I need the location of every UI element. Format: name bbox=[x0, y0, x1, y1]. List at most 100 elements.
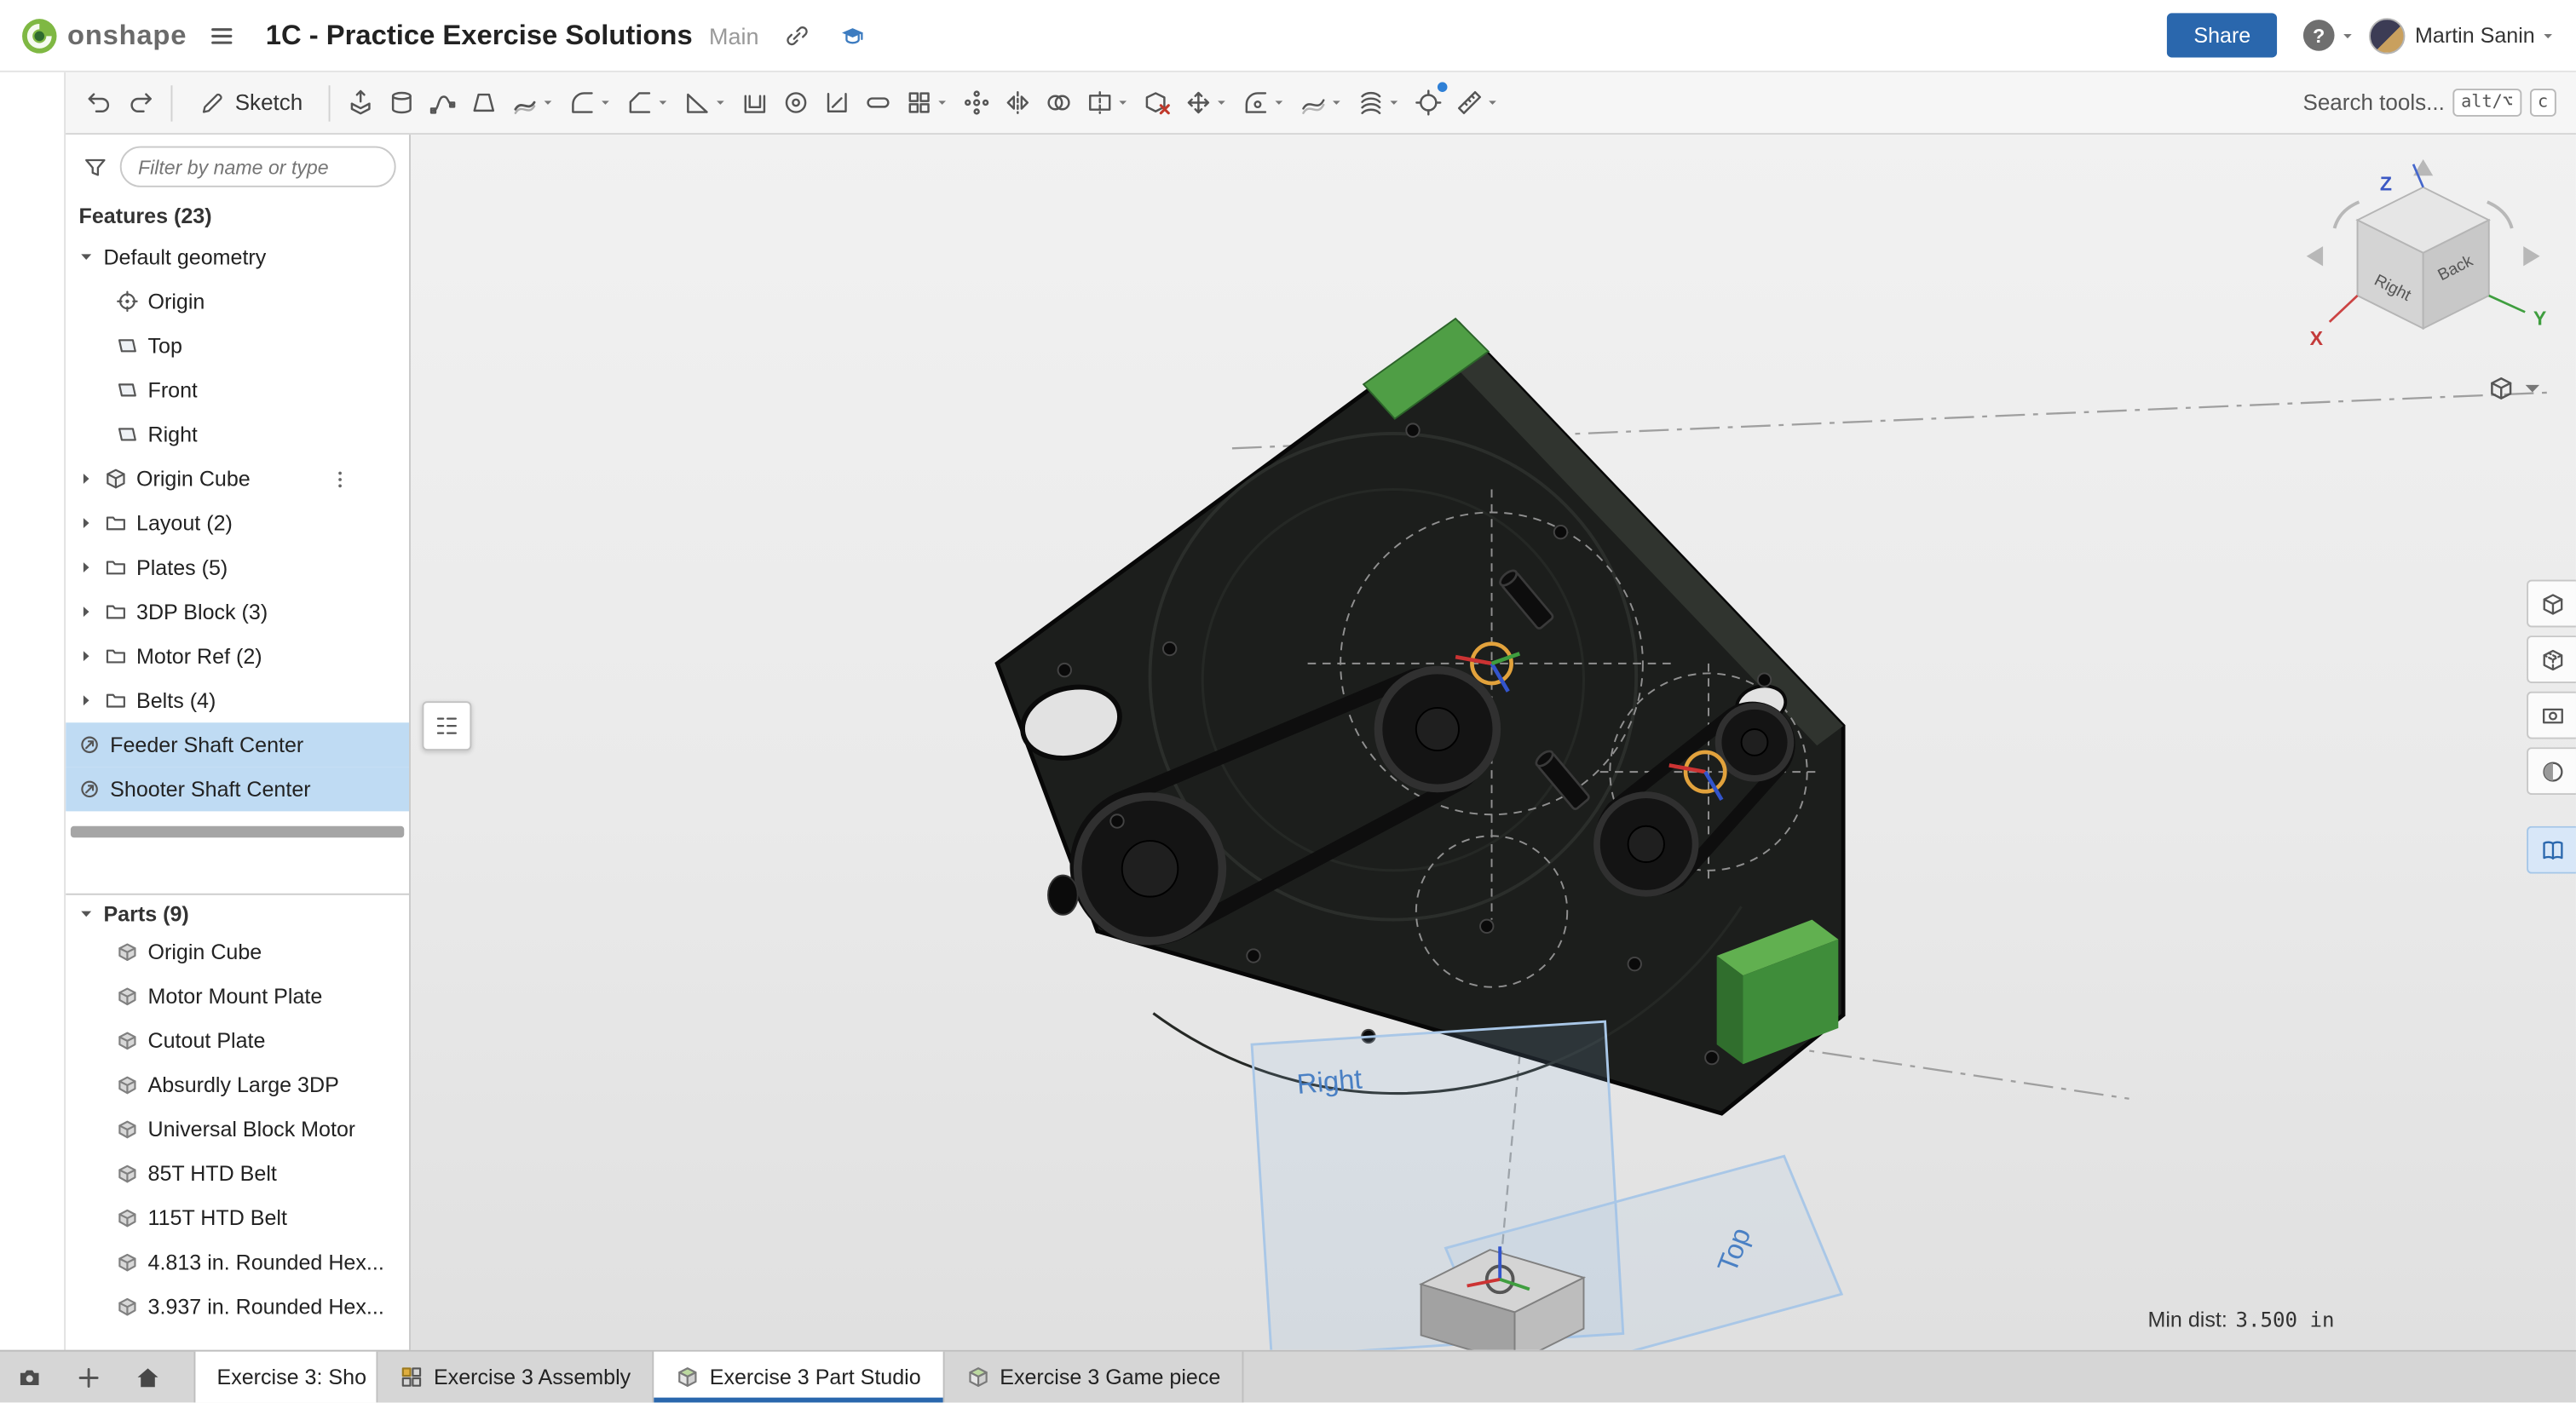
part-row-motor-mount-plate[interactable]: Motor Mount Plate bbox=[66, 974, 409, 1018]
tab-exercise-3-part-studio[interactable]: Exercise 3 Part Studio bbox=[654, 1352, 944, 1403]
tool-surface[interactable] bbox=[1294, 78, 1351, 128]
tool-fillet[interactable] bbox=[562, 78, 620, 128]
status-action-mass-properties[interactable] bbox=[2517, 1297, 2560, 1340]
strip-button-outline[interactable] bbox=[9, 85, 55, 131]
caret-collapsed-icon[interactable] bbox=[78, 514, 95, 532]
tool-loft[interactable] bbox=[464, 78, 504, 128]
part-body[interactable] bbox=[997, 319, 1843, 1113]
side-button-named-views[interactable] bbox=[2527, 692, 2576, 739]
feature-row-top[interactable]: Top bbox=[66, 324, 409, 368]
right-plane-label[interactable]: Right bbox=[1295, 1062, 1363, 1100]
part-row-3-937-in-rounded-hex[interactable]: 3.937 in. Rounded Hex... bbox=[66, 1285, 409, 1329]
feature-row-belts-4[interactable]: Belts (4) bbox=[66, 678, 409, 722]
feature-row-plates-5[interactable]: Plates (5) bbox=[66, 545, 409, 589]
screenshot-icon[interactable] bbox=[0, 1352, 59, 1403]
new-tab-button[interactable] bbox=[59, 1352, 118, 1403]
tool-modify-fillet[interactable] bbox=[1236, 78, 1293, 128]
tab-exercise-3-sho[interactable]: Exercise 3: Sho bbox=[193, 1352, 377, 1403]
feature-row-right[interactable]: Right bbox=[66, 412, 409, 457]
tool-boolean[interactable] bbox=[1039, 78, 1080, 128]
tool-measure[interactable] bbox=[1449, 78, 1507, 128]
caret-collapsed-icon[interactable] bbox=[78, 469, 95, 487]
tool-hole[interactable] bbox=[776, 78, 817, 128]
redo-button[interactable] bbox=[120, 78, 161, 128]
tool-shell[interactable] bbox=[735, 78, 775, 128]
rollback-bar[interactable] bbox=[71, 826, 404, 837]
3d-scene[interactable]: Right Top bbox=[411, 135, 2576, 1350]
caret-down-icon[interactable] bbox=[78, 905, 95, 923]
user-menu[interactable]: Martin Sanin bbox=[2369, 17, 2556, 53]
feature-row-3dp-block-3[interactable]: 3DP Block (3) bbox=[66, 589, 409, 634]
feature-row-front[interactable]: Front bbox=[66, 368, 409, 412]
part-row-origin-cube[interactable]: Origin Cube bbox=[66, 929, 409, 974]
onshape-logo[interactable]: onshape bbox=[20, 15, 187, 55]
feature-row-origin-cube[interactable]: Origin Cube bbox=[66, 457, 409, 501]
tool-linear-pattern[interactable] bbox=[899, 78, 956, 128]
caret-collapsed-icon[interactable] bbox=[78, 603, 95, 621]
undo-button[interactable] bbox=[79, 78, 120, 128]
strip-button-document[interactable] bbox=[9, 267, 55, 313]
header-action-create-folder[interactable] bbox=[248, 200, 278, 230]
viewport-3d[interactable]: Right Top bbox=[411, 135, 2576, 1350]
header-action-suppress[interactable] bbox=[292, 200, 322, 230]
feature-row-shooter-shaft-center[interactable]: Shooter Shaft Center bbox=[66, 767, 409, 811]
feature-row-feeder-shaft-center[interactable]: Feeder Shaft Center bbox=[66, 722, 409, 767]
topbar-action-notifications[interactable] bbox=[1940, 14, 1983, 56]
strip-button-search[interactable] bbox=[9, 389, 55, 435]
filter-icon[interactable] bbox=[79, 150, 112, 183]
tool-helix[interactable] bbox=[1351, 78, 1408, 128]
tool-split[interactable] bbox=[1080, 78, 1137, 128]
tool-sweep[interactable] bbox=[423, 78, 464, 128]
caret-collapsed-icon[interactable] bbox=[78, 558, 95, 576]
tool-chamfer[interactable] bbox=[620, 78, 677, 128]
strip-button-tables[interactable] bbox=[9, 450, 55, 496]
feature-row-layout-2[interactable]: Layout (2) bbox=[66, 501, 409, 545]
part-row-universal-block-motor[interactable]: Universal Block Motor bbox=[66, 1107, 409, 1151]
tab-exercise-3-game-piece[interactable]: Exercise 3 Game piece bbox=[944, 1352, 1244, 1403]
part-row-absurdly-large-3dp[interactable]: Absurdly Large 3DP bbox=[66, 1062, 409, 1107]
status-action-measure-diameter[interactable] bbox=[2461, 1297, 2504, 1340]
topbar-action-release-notes[interactable] bbox=[1993, 14, 2036, 56]
status-action-variables[interactable] bbox=[2349, 1297, 2392, 1340]
side-button-display-options[interactable] bbox=[2527, 747, 2576, 795]
filter-input[interactable] bbox=[120, 147, 396, 187]
status-action-measure-length[interactable] bbox=[2405, 1297, 2447, 1340]
topbar-action-featurescript[interactable] bbox=[1888, 14, 1931, 56]
view-options-button[interactable] bbox=[2487, 375, 2546, 403]
tool-transform[interactable] bbox=[1179, 78, 1236, 128]
strip-button-history[interactable] bbox=[9, 329, 55, 375]
tab-exercise-3-assembly[interactable]: Exercise 3 Assembly bbox=[377, 1352, 654, 1403]
home-button[interactable] bbox=[118, 1352, 177, 1403]
main-menu-icon[interactable] bbox=[200, 14, 243, 56]
caret-expanded-icon[interactable] bbox=[78, 248, 95, 266]
tool-thicken[interactable] bbox=[504, 78, 562, 128]
parts-header[interactable]: Parts (9) bbox=[66, 895, 409, 929]
help-button[interactable]: ? bbox=[2303, 20, 2356, 51]
part-row-85t-htd-belt[interactable]: 85T HTD Belt bbox=[66, 1151, 409, 1195]
side-button-section-view[interactable] bbox=[2527, 635, 2576, 683]
tool-rib[interactable] bbox=[817, 78, 858, 128]
strip-button-collaboration[interactable] bbox=[9, 147, 55, 193]
feature-row-motor-ref-2[interactable]: Motor Ref (2) bbox=[66, 634, 409, 678]
tool-mate-connector-tool[interactable] bbox=[1409, 78, 1449, 128]
search-tools[interactable]: Search tools... alt/⌥ c bbox=[2302, 89, 2562, 116]
workspace-label[interactable]: Main bbox=[709, 22, 759, 49]
caret-collapsed-icon[interactable] bbox=[78, 647, 95, 665]
tool-slot[interactable] bbox=[858, 78, 899, 128]
topbar-action-help-center[interactable] bbox=[2099, 14, 2141, 56]
header-action-rollback-history[interactable] bbox=[337, 200, 366, 230]
part-row-cutout-plate[interactable]: Cutout Plate bbox=[66, 1018, 409, 1062]
tool-revolve[interactable] bbox=[382, 78, 423, 128]
copy-link-icon[interactable] bbox=[775, 14, 818, 56]
search-tools-label[interactable]: Search tools... bbox=[2302, 90, 2444, 115]
tool-circular-pattern[interactable] bbox=[957, 78, 998, 128]
education-icon[interactable] bbox=[831, 14, 873, 56]
tool-delete-part[interactable] bbox=[1138, 78, 1179, 128]
topbar-action-app-store[interactable] bbox=[2046, 14, 2089, 56]
side-button-pmi-view[interactable] bbox=[2527, 580, 2576, 628]
sketch-button[interactable]: Sketch bbox=[182, 78, 320, 128]
item-menu-icon[interactable] bbox=[329, 467, 352, 490]
tool-draft[interactable] bbox=[677, 78, 735, 128]
view-cube[interactable]: Right Back Z bbox=[2307, 159, 2547, 349]
feature-row-origin[interactable]: Origin bbox=[66, 279, 409, 324]
